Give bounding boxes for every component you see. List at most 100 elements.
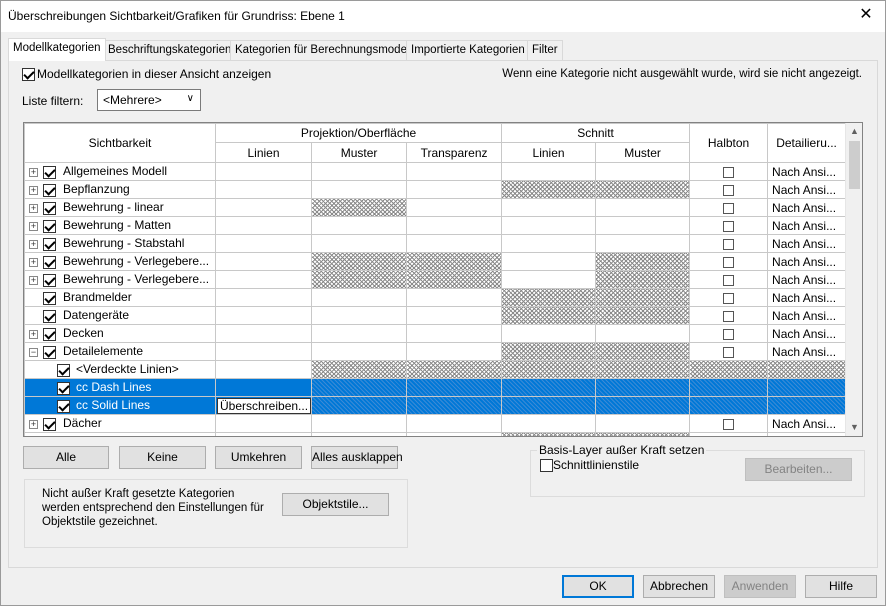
halbton-cell[interactable] [689,288,769,307]
halbton-checkbox[interactable] [723,166,735,178]
detail-cell[interactable] [767,432,847,436]
umkehren-button[interactable]: Umkehren [215,446,302,469]
proj-linien-cell[interactable] [214,432,313,436]
expand-icon[interactable]: + [29,167,38,177]
visibility-checkbox[interactable] [43,201,56,215]
halbton-cell[interactable] [689,234,769,253]
detail-cell[interactable]: Nach Ansi... [767,342,847,361]
proj-transparenz-cell[interactable] [406,198,503,217]
proj-transparenz-cell[interactable] [406,414,503,433]
halbton-checkbox[interactable] [723,220,735,232]
table-row[interactable]: cc Dash Lines [24,378,847,397]
halbton-checkbox[interactable] [723,292,735,304]
visibility-checkbox[interactable] [43,417,56,431]
visibility-checkbox[interactable] [43,309,56,323]
category-name-cell[interactable]: + Bewehrung - linear [24,198,216,217]
header-schnitt-muster[interactable]: Muster [595,142,691,163]
category-name-cell[interactable]: + Bepflanzung [24,180,216,199]
proj-muster-cell[interactable] [311,432,408,436]
proj-linien-cell[interactable] [214,342,313,361]
proj-transparenz-cell[interactable] [406,432,503,436]
halbton-cell[interactable] [689,432,769,436]
proj-muster-cell[interactable] [311,162,408,181]
schnitt-linien-cell[interactable] [501,198,597,217]
header-schnitt[interactable]: Schnitt [501,123,691,143]
anwenden-button[interactable]: Anwenden [724,575,796,598]
proj-linien-cell[interactable] [214,270,313,289]
expand-icon[interactable]: + [29,239,38,249]
detail-cell[interactable]: Nach Ansi... [767,216,847,235]
halbton-checkbox[interactable] [723,256,735,268]
header-muster[interactable]: Muster [311,142,408,163]
category-name-cell[interactable]: Brandmelder [24,288,216,307]
hilfe-button[interactable]: Hilfe [805,575,877,598]
detail-cell[interactable]: Nach Ansi... [767,324,847,343]
expand-icon[interactable]: + [29,275,38,285]
proj-transparenz-cell[interactable] [406,342,503,361]
halbton-cell[interactable] [689,252,769,271]
table-row[interactable]: + Dächer Nach Ansi... [24,414,847,433]
abbrechen-button[interactable]: Abbrechen [643,575,715,598]
detail-cell[interactable]: Nach Ansi... [767,414,847,433]
halbton-checkbox[interactable] [723,310,735,322]
proj-linien-cell[interactable] [214,414,313,433]
proj-transparenz-cell[interactable] [406,234,503,253]
halbton-checkbox[interactable] [723,184,735,196]
scroll-down-icon[interactable]: ▼ [846,419,863,436]
schnitt-linien-cell[interactable] [501,270,597,289]
table-row[interactable]: + Decken Nach Ansi... [24,324,847,343]
table-row[interactable]: cc Solid Lines Überschreiben... [24,396,847,415]
expand-icon[interactable]: + [29,419,38,429]
filter-dropdown[interactable]: <Mehrere> ∨ [97,89,201,111]
schnitt-muster-cell[interactable] [595,234,691,253]
halbton-cell[interactable] [689,216,769,235]
schnitt-linien-cell[interactable] [501,216,597,235]
proj-linien-cell[interactable] [214,162,313,181]
expand-icon[interactable]: + [29,203,38,213]
schnitt-muster-cell[interactable] [595,324,691,343]
category-name-cell[interactable]: + Allgemeines Modell [24,162,216,181]
halbton-cell[interactable] [689,162,769,181]
halbton-checkbox[interactable] [723,238,735,250]
detail-cell[interactable]: Nach Ansi... [767,270,847,289]
table-row[interactable]: + Bewehrung - linear Nach Ansi... [24,198,847,217]
header-sichtbarkeit[interactable]: Sichtbarkeit [24,123,216,163]
expand-icon[interactable]: + [29,221,38,231]
halbton-cell[interactable] [689,306,769,325]
proj-transparenz-cell[interactable] [406,288,503,307]
expand-icon[interactable]: + [29,329,38,339]
proj-muster-cell[interactable] [311,216,408,235]
tab-modellkategorien[interactable]: Modellkategorien [8,38,106,61]
detail-cell[interactable] [767,396,847,415]
visibility-checkbox[interactable] [43,327,56,341]
proj-muster-cell[interactable] [311,234,408,253]
schnitt-linien-cell[interactable] [501,234,597,253]
tab-importierte-kategorien[interactable]: Importierte Kategorien [406,40,530,60]
proj-linien-cell[interactable] [214,306,313,325]
close-icon[interactable]: ✕ [854,4,878,26]
header-detail[interactable]: Detailieru... [767,123,847,163]
table-row[interactable]: Brandmelder Nach Ansi... [24,288,847,307]
halbton-cell[interactable] [689,180,769,199]
schnitt-linien-cell[interactable] [501,252,597,271]
header-linien[interactable]: Linien [214,142,313,163]
category-name-cell[interactable]: + Decken [24,324,216,343]
proj-linien-cell[interactable] [214,360,313,379]
proj-linien-cell[interactable] [214,288,313,307]
header-halbton[interactable]: Halbton [689,123,769,163]
visibility-checkbox[interactable] [43,219,56,233]
visibility-checkbox[interactable] [57,363,70,377]
detail-cell[interactable] [767,360,847,379]
proj-muster-cell[interactable] [311,306,408,325]
schnittlinienstile-checkbox[interactable] [540,459,553,473]
category-name-cell[interactable]: + Bewehrung - Stabstahl [24,234,216,253]
proj-linien-cell[interactable]: Überschreiben... [214,396,313,415]
halbton-checkbox[interactable] [723,346,735,358]
category-name-cell[interactable]: + Bewehrung - Verlegebere... [24,270,216,289]
visibility-checkbox[interactable] [57,399,70,413]
detail-cell[interactable]: Nach Ansi... [767,306,847,325]
category-name-cell[interactable]: + Bewehrung - Matten [24,216,216,235]
visibility-checkbox[interactable] [43,237,56,251]
proj-muster-cell[interactable] [311,180,408,199]
schnitt-muster-cell[interactable] [595,216,691,235]
